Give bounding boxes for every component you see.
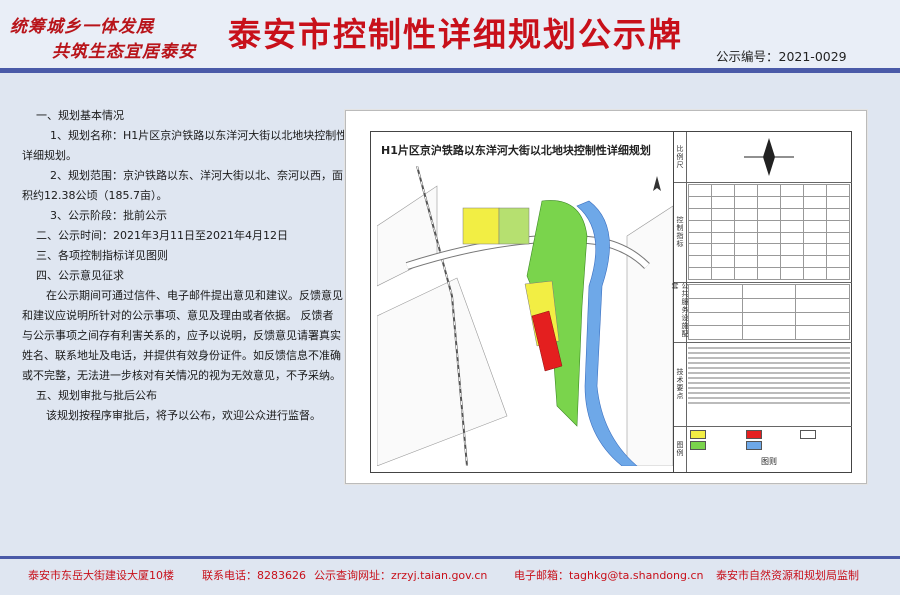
scale-section: 比例尺 (674, 132, 852, 183)
technical-text-lines (688, 344, 850, 424)
section-3-indicators: 三、各项控制指标详见图则 (36, 249, 168, 262)
header-divider (0, 68, 900, 73)
planning-scope-cont: 积约12.38公顷（185.7亩）。 (22, 189, 168, 202)
opinion-paragraph-line: 或不完整，无法进一步核对有关情况的视为无效意见，不予采纳。 (22, 369, 341, 382)
footer-supervisor: 泰安市自然资源和规划局监制 (716, 569, 859, 582)
section-2-time: 二、公示时间：2021年3月11日至2021年4月12日 (36, 229, 288, 242)
facility-section: 公共服务设施配套 (671, 282, 852, 343)
drawing-side-column: 比例尺 控制指标 公共服务设施配套 技术要点 图例 图则 (671, 132, 852, 472)
legend-red-swatch (746, 430, 762, 439)
drawing-frame: H1片区京沪铁路以东洋河大街以北地块控制性详细规划 比例尺 控制指标 公共服务设… (370, 131, 852, 473)
legend-white-swatch (800, 430, 816, 439)
opinion-paragraph-line: 姓名、联系地址及电话，并提供有效身份证件。如反馈信息不准确 (22, 349, 341, 362)
legend-items: 图则 (688, 428, 850, 470)
side-label: 控制指标 (674, 182, 687, 282)
slogan-line-1: 统筹城乡一体发展 (10, 17, 154, 37)
notice-text-panel: 一、规划基本情况 1、规划名称：H1片区京沪铁路以东洋河大街以北地块控制性 详细… (22, 106, 347, 426)
opinion-paragraph-line: 和建议应说明所针对的公示事项、意见及理由或者依据。 反馈者 (22, 309, 334, 322)
side-label: 图例 (674, 426, 687, 472)
notice-number: 公示编号：2021-0029 (716, 49, 847, 64)
footer-address: 泰安市东岳大街建设大厦10楼 (28, 569, 174, 582)
footer-website: 公示查询网址：zrzyj.taian.gov.cn (314, 569, 488, 582)
technical-section: 技术要点 (674, 342, 852, 427)
drawing-title: H1片区京沪铁路以东洋河大街以北地块控制性详细规划 (381, 144, 651, 157)
legend-blue-swatch (746, 441, 762, 450)
footer-phone: 联系电话：8283626 (202, 569, 306, 582)
section-1-heading: 一、规划基本情况 (36, 109, 124, 122)
approval-paragraph: 该规划按程序审批后，将予以公布，欢迎公众进行监督。 (46, 409, 321, 422)
planning-scope: 2、规划范围：京沪铁路以东、洋河大街以北、奈河以西，面 (50, 169, 343, 182)
side-label: 公共服务设施配套 (671, 282, 689, 342)
side-label: 比例尺 (674, 132, 687, 182)
footer-email: 电子邮箱：taghkg@ta.shandong.cn (514, 569, 704, 582)
land-parcel-b (498, 207, 530, 245)
notice-stage: 3、公示阶段：批前公示 (50, 209, 167, 222)
page-title: 泰安市控制性详细规划公示牌 (228, 15, 683, 54)
legend-section: 图例 图则 (674, 426, 852, 472)
legend-caption: 图则 (761, 457, 777, 466)
indicator-table (688, 184, 850, 280)
side-label: 技术要点 (674, 342, 687, 426)
facility-table (688, 284, 850, 340)
footer-divider (0, 556, 900, 559)
planning-name-cont: 详细规划。 (22, 149, 77, 162)
section-4-heading: 四、公示意见征求 (36, 269, 124, 282)
plan-drawing: H1片区京沪铁路以东洋河大街以北地块控制性详细规划 比例尺 控制指标 公共服务设… (345, 110, 867, 484)
indicator-section: 控制指标 (674, 182, 852, 283)
opinion-paragraph-line: 在公示期间可通过信件、电子邮件提出意见和建议。反馈意见 (46, 289, 343, 302)
legend-yellow-swatch (690, 430, 706, 439)
legend-green-swatch (690, 441, 706, 450)
section-5-heading: 五、规划审批与批后公布 (36, 389, 157, 402)
site-map (377, 166, 673, 466)
header: 统筹城乡一体发展 共筑生态宜居泰安 泰安市控制性详细规划公示牌 公示编号：202… (0, 0, 900, 68)
planning-name: 1、规划名称：H1片区京沪铁路以东洋河大街以北地块控制性 (50, 129, 348, 142)
scale-compass-icon (744, 138, 794, 176)
land-parcel-a (462, 207, 500, 245)
slogan-line-2: 共筑生态宜居泰安 (52, 42, 196, 62)
opinion-paragraph-line: 与公示事项之间存有利害关系的，应予以说明，反馈意见请署真实 (22, 329, 341, 342)
